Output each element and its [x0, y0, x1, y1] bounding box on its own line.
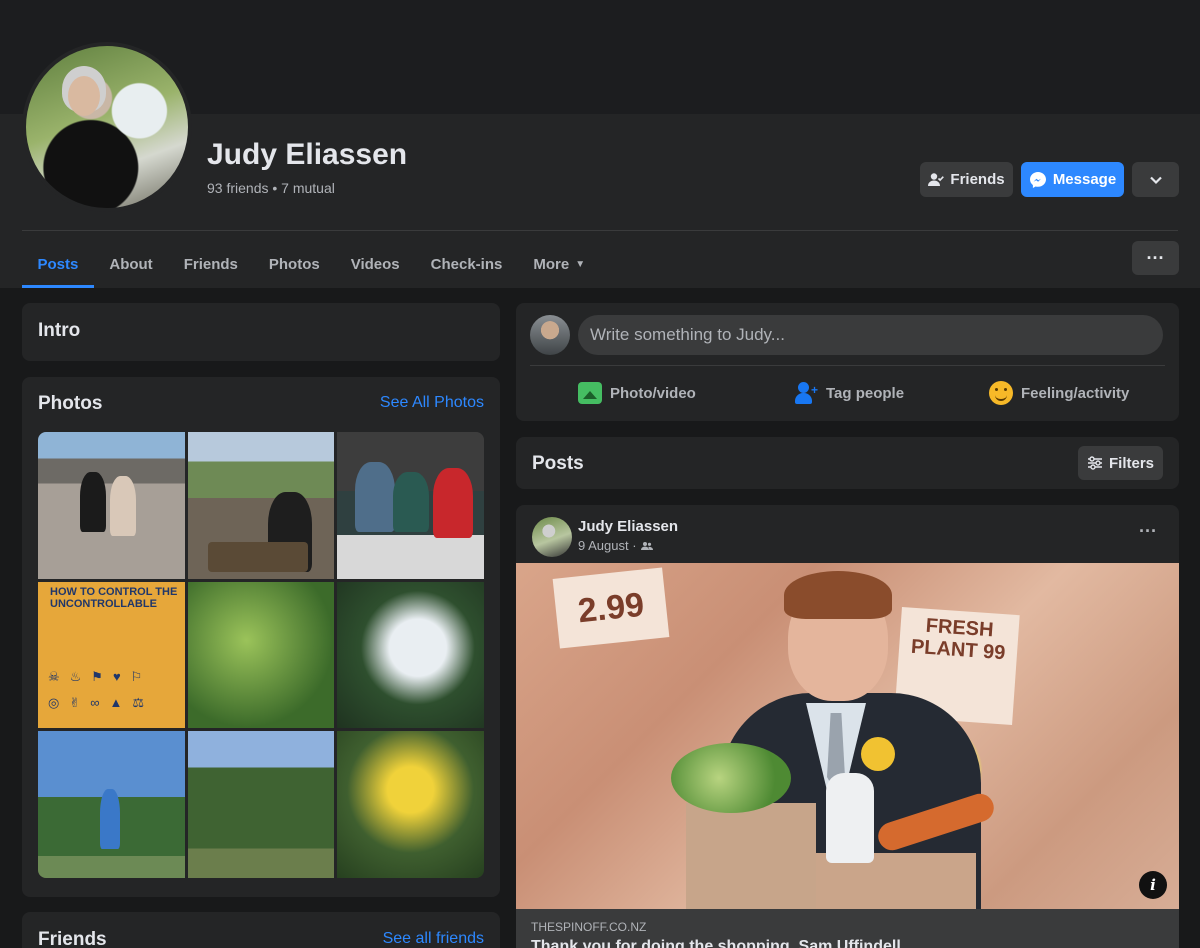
- posts-title: Posts: [532, 453, 584, 474]
- message-button-label: Message: [1052, 171, 1117, 188]
- photo-thumbnail[interactable]: [187, 581, 335, 729]
- link-preview-source[interactable]: THESPINOFF.CO.NZ Thank you for doing the…: [516, 909, 1179, 948]
- chevron-down-icon: [1149, 176, 1162, 184]
- profile-avatar[interactable]: [22, 42, 192, 212]
- message-button[interactable]: Message: [1021, 162, 1124, 197]
- tab-about[interactable]: About: [94, 240, 168, 288]
- feeling-activity-label: Feeling/activity: [1021, 384, 1130, 402]
- post-author-avatar[interactable]: [532, 517, 572, 557]
- source-domain: THESPINOFF.CO.NZ: [531, 920, 647, 934]
- photos-card: Photos See All Photos HOW TO CONTROL THE…: [22, 377, 500, 897]
- tag-people-button[interactable]: + Tag people: [794, 376, 904, 410]
- tab-photos[interactable]: Photos: [253, 240, 335, 288]
- filters-button[interactable]: Filters: [1078, 446, 1163, 480]
- photo-video-label: Photo/video: [610, 384, 696, 402]
- posts-header: Posts Filters: [516, 437, 1179, 489]
- man-hair: [784, 571, 892, 619]
- friends-button-label: Friends: [950, 171, 1005, 188]
- photo-thumbnail[interactable]: [38, 432, 185, 579]
- avatar-face: [68, 76, 100, 116]
- tab-friends[interactable]: Friends: [168, 240, 253, 288]
- tab-photos-label: Photos: [268, 255, 320, 273]
- photo-video-button[interactable]: Photo/video: [578, 376, 696, 410]
- book-icons: ☠♨⚑♥⚐ ◎✌∞▲⚖: [48, 668, 155, 710]
- photo-thumbnail[interactable]: [337, 432, 484, 579]
- messenger-icon: [1029, 171, 1046, 188]
- tab-friends-label: Friends: [183, 255, 238, 273]
- info-icon[interactable]: i: [1139, 871, 1167, 899]
- composer-placeholder: Write something to Judy...: [590, 325, 785, 344]
- feed-post: Judy Eliassen 9 August · ··· 2.99 FRESH …: [516, 505, 1179, 948]
- lettuce: [671, 743, 791, 813]
- photo-thumbnail[interactable]: [187, 432, 335, 579]
- profile-tabs: Posts About Friends Photos Videos Check-…: [22, 240, 601, 288]
- intro-card: Intro: [22, 303, 500, 361]
- friend-count[interactable]: 93 friends • 7 mutual: [207, 180, 335, 196]
- grocery-bag: [686, 803, 816, 913]
- tab-more-label: More: [533, 255, 570, 273]
- intro-title: Intro: [38, 320, 81, 341]
- tag-people-icon: +: [794, 381, 818, 405]
- photos-title: Photos: [38, 393, 103, 414]
- post-date[interactable]: 9 August ·: [578, 538, 637, 553]
- filters-label: Filters: [1108, 454, 1154, 472]
- ellipsis-icon: ···: [1146, 247, 1165, 268]
- see-all-photos-link[interactable]: See All Photos: [380, 394, 484, 412]
- friends-card: Friends See all friends: [22, 912, 500, 948]
- photo-icon: [578, 382, 602, 404]
- tab-more[interactable]: More ▼: [518, 240, 601, 288]
- tab-videos[interactable]: Videos: [335, 240, 415, 288]
- filters-icon: [1087, 456, 1102, 470]
- composer-divider: [530, 365, 1165, 366]
- tab-checkins-label: Check-ins: [430, 255, 503, 273]
- milk-bottle: [826, 773, 874, 863]
- photo-thumbnail[interactable]: [337, 731, 484, 878]
- friends-title: Friends: [38, 929, 107, 948]
- link-headline: Thank you for doing the shopping, Sam Uf…: [531, 938, 901, 948]
- caret-down-icon: ▼: [575, 258, 586, 270]
- viewer-avatar[interactable]: [530, 315, 570, 355]
- shopping-bag-badge-icon: [861, 737, 895, 771]
- photo-thumbnail[interactable]: [187, 731, 335, 878]
- tab-videos-label: Videos: [350, 255, 400, 273]
- photo-thumbnail[interactable]: HOW TO CONTROL THE UNCONTROLLABLE ☠♨⚑♥⚐ …: [38, 581, 185, 729]
- feeling-activity-button[interactable]: Feeling/activity: [989, 376, 1129, 410]
- see-all-friends-link[interactable]: See all friends: [383, 930, 484, 948]
- price-sign: 2.99: [552, 567, 670, 649]
- post-meta: 9 August ·: [578, 538, 653, 553]
- friend-check-icon: [928, 172, 945, 186]
- header-divider: [22, 230, 1178, 231]
- book-title-text: HOW TO CONTROL THE UNCONTROLLABLE: [50, 585, 178, 610]
- tag-people-label: Tag people: [826, 384, 905, 402]
- composer-input[interactable]: Write something to Judy...: [578, 315, 1163, 355]
- friends-audience-icon: [640, 541, 653, 550]
- profile-options-button[interactable]: [1132, 162, 1179, 197]
- link-preview-image[interactable]: 2.99 FRESH PLANT 99 i: [516, 563, 1179, 913]
- post-author-name[interactable]: Judy Eliassen: [578, 518, 678, 535]
- post-composer: Write something to Judy... Photo/video +…: [516, 303, 1179, 421]
- photo-grid: HOW TO CONTROL THE UNCONTROLLABLE ☠♨⚑♥⚐ …: [38, 432, 484, 878]
- smiley-icon: [989, 381, 1013, 405]
- friends-button[interactable]: Friends: [920, 162, 1013, 197]
- more-options-button[interactable]: ···: [1132, 241, 1179, 275]
- tab-posts[interactable]: Posts: [22, 240, 94, 288]
- photo-thumbnail[interactable]: [337, 581, 484, 729]
- tab-posts-label: Posts: [37, 255, 79, 273]
- profile-name: Judy Eliassen: [207, 138, 408, 171]
- tab-about-label: About: [109, 255, 153, 273]
- post-options-icon[interactable]: ···: [1139, 521, 1157, 542]
- photo-thumbnail[interactable]: [38, 731, 185, 878]
- tab-checkins[interactable]: Check-ins: [415, 240, 518, 288]
